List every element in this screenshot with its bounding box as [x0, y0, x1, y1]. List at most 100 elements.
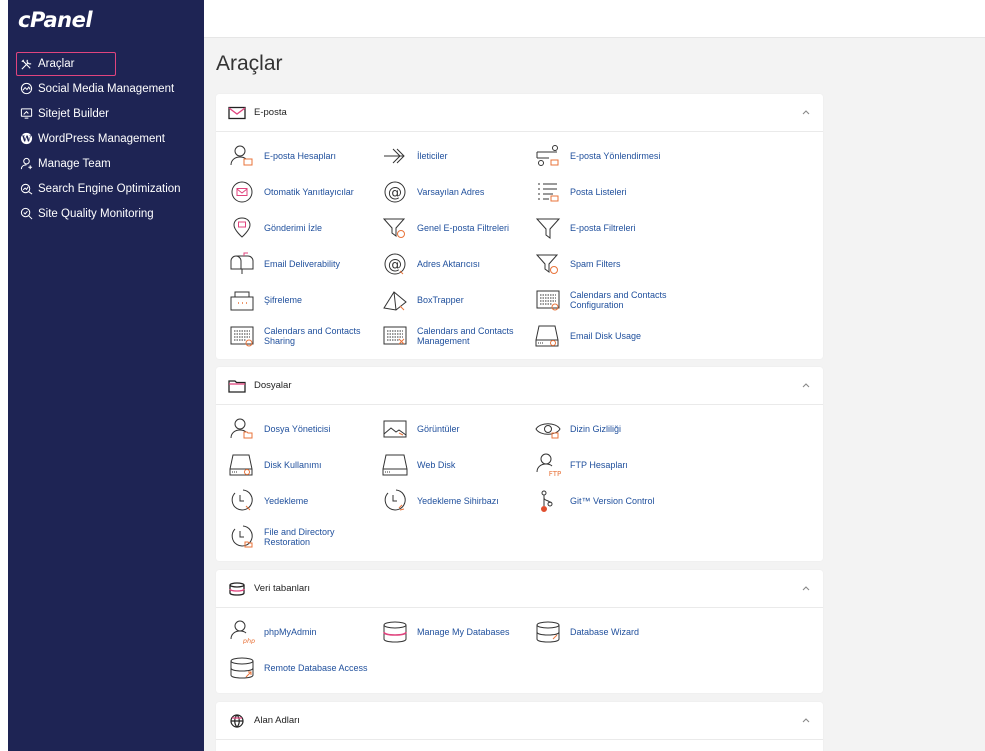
routing-icon — [534, 144, 562, 168]
tool-directory-privacy[interactable]: Dizin Gizliliği — [534, 411, 689, 447]
disk-icon — [228, 453, 256, 477]
section-email-header[interactable]: E-posta — [216, 94, 823, 132]
tool-label: File and Directory Restoration — [264, 526, 335, 548]
tool-default-address[interactable]: @ Varsayılan Adres — [381, 174, 534, 210]
tool-email-routing[interactable]: E-posta Yönlendirmesi — [534, 138, 689, 174]
track-icon — [228, 216, 256, 240]
page-title: Araçlar — [216, 52, 283, 75]
tool-images[interactable]: Görüntüler — [381, 411, 534, 447]
tool-remote-database-access[interactable]: Remote Database Access — [228, 650, 381, 686]
tool-calendars-management[interactable]: Calendars and Contacts Management — [381, 318, 534, 354]
tool-label: FTP Hesapları — [570, 459, 628, 470]
svg-text:@: @ — [388, 257, 402, 273]
tool-autoresponders[interactable]: Otomatik Yanıtlayıcılar — [228, 174, 381, 210]
tool-file-manager[interactable]: Dosya Yöneticisi — [228, 411, 381, 447]
tool-database-wizard[interactable]: Database Wizard — [534, 614, 689, 650]
tool-encryption[interactable]: Şifreleme — [228, 282, 381, 318]
tool-label: phpMyAdmin — [264, 626, 317, 637]
tool-spam-filters[interactable]: Spam Filters — [534, 246, 689, 282]
tool-address-importer[interactable]: @ Adres Aktarıcısı — [381, 246, 534, 282]
section-files-header[interactable]: Dosyalar — [216, 367, 823, 405]
tool-calendars-sharing[interactable]: Calendars and Contacts Sharing — [228, 318, 381, 354]
cpanel-logo[interactable]: cPanel — [18, 8, 93, 32]
tool-email-filters[interactable]: E-posta Filtreleri — [534, 210, 689, 246]
tool-label: Adres Aktarıcısı — [417, 258, 481, 269]
tool-label: E-posta Hesapları — [264, 150, 337, 161]
tool-email-deliverability[interactable]: Email Deliverability — [228, 246, 381, 282]
svg-text:php: php — [242, 637, 255, 644]
sidebar-item-label: Araçlar — [38, 58, 75, 70]
sidebar-item-seo[interactable]: Search Engine Optimization — [8, 176, 204, 201]
spam-filter-icon — [534, 252, 562, 276]
database-icon — [228, 581, 246, 596]
sidebar-item-wordpress[interactable]: W WordPress Management — [8, 126, 204, 151]
tool-label: Yedekleme — [264, 495, 309, 506]
db-manage-icon — [381, 620, 409, 644]
tool-backup[interactable]: Yedekleme — [228, 483, 381, 519]
sidebar-item-sitejet[interactable]: Sitejet Builder — [8, 101, 204, 126]
sidebar-item-site-quality[interactable]: Site Quality Monitoring — [8, 201, 204, 226]
filter-icon — [534, 216, 562, 240]
tool-forwarders[interactable]: İleticiler — [381, 138, 534, 174]
mailbox-icon — [228, 252, 256, 276]
backup-wizard-icon — [381, 489, 409, 513]
folder-icon — [228, 379, 246, 393]
tool-disk-usage[interactable]: Disk Kullanımı — [228, 447, 381, 483]
tool-boxtrapper[interactable]: BoxTrapper — [381, 282, 534, 318]
globe-icon — [228, 713, 246, 728]
chevron-up-icon[interactable] — [801, 107, 811, 117]
tool-label: Spam Filters — [570, 258, 621, 269]
tool-git-version-control[interactable]: Git™ Version Control — [534, 483, 689, 519]
quality-icon — [20, 207, 33, 220]
sidebar-item-label: Search Engine Optimization — [38, 182, 181, 195]
tool-label: Web Disk — [417, 459, 456, 470]
main-content: Araçlar E-posta E-posta Hesapları İletic… — [204, 38, 985, 751]
sidebar-item-tools[interactable]: Araçlar — [16, 52, 116, 76]
wordpress-icon: W — [20, 132, 33, 145]
tool-email-accounts[interactable]: E-posta Hesapları — [228, 138, 381, 174]
tool-file-directory-restoration[interactable]: File and Directory Restoration — [228, 519, 381, 555]
top-bar — [204, 0, 985, 38]
tool-label: Dizin Gizliliği — [570, 423, 622, 434]
chevron-up-icon[interactable] — [801, 583, 811, 593]
sidebar-item-label: Site Quality Monitoring — [38, 207, 154, 220]
calendar-config-icon — [534, 288, 562, 312]
db-wizard-icon — [534, 620, 562, 644]
sidebar-nav: Araçlar Social Media Management Sitejet … — [8, 52, 204, 226]
tool-label: Şifreleme — [264, 294, 303, 305]
user-icon — [20, 157, 33, 170]
tool-phpmyadmin[interactable]: php phpMyAdmin — [228, 614, 381, 650]
tool-label: Calendars and Contacts Management — [417, 325, 514, 347]
tool-label: Calendars and Contacts Sharing — [264, 325, 361, 347]
tool-label: Calendars and Contacts Configuration — [570, 289, 667, 311]
chevron-up-icon[interactable] — [801, 715, 811, 725]
tool-label: Database Wizard — [570, 626, 640, 637]
section-databases-header[interactable]: Veri tabanları — [216, 570, 823, 608]
calendar-share-icon — [228, 324, 256, 348]
tool-label: Görüntüler — [417, 423, 460, 434]
section-title: Alan Adları — [254, 715, 300, 726]
phpmyadmin-icon: php — [228, 620, 256, 644]
tool-mailing-lists[interactable]: Posta Listeleri — [534, 174, 689, 210]
user-mail-icon — [228, 144, 256, 168]
monitor-icon — [20, 107, 33, 120]
file-manager-icon — [228, 417, 256, 441]
tool-email-disk-usage[interactable]: Email Disk Usage — [534, 318, 689, 354]
tool-ftp-accounts[interactable]: FTP FTP Hesapları — [534, 447, 689, 483]
tool-global-email-filters[interactable]: Genel E-posta Filtreleri — [381, 210, 534, 246]
tool-calendars-config[interactable]: Calendars and Contacts Configuration — [534, 282, 689, 318]
sidebar-item-social-media[interactable]: Social Media Management — [8, 76, 204, 101]
tool-track-delivery[interactable]: Gönderimi İzle — [228, 210, 381, 246]
mail-icon — [228, 106, 246, 120]
sidebar-item-manage-team[interactable]: Manage Team — [8, 151, 204, 176]
tool-web-disk[interactable]: Web Disk — [381, 447, 534, 483]
sidebar-item-label: Manage Team — [38, 157, 111, 170]
chevron-up-icon[interactable] — [801, 380, 811, 390]
webdisk-icon — [381, 453, 409, 477]
tool-manage-databases[interactable]: Manage My Databases — [381, 614, 534, 650]
tool-backup-wizard[interactable]: Yedekleme Sihirbazı — [381, 483, 534, 519]
sidebar-item-label: Social Media Management — [38, 82, 175, 95]
section-domains-header[interactable]: Alan Adları — [216, 702, 823, 740]
tool-label: Genel E-posta Filtreleri — [417, 222, 510, 233]
tool-label: Yedekleme Sihirbazı — [417, 495, 499, 506]
